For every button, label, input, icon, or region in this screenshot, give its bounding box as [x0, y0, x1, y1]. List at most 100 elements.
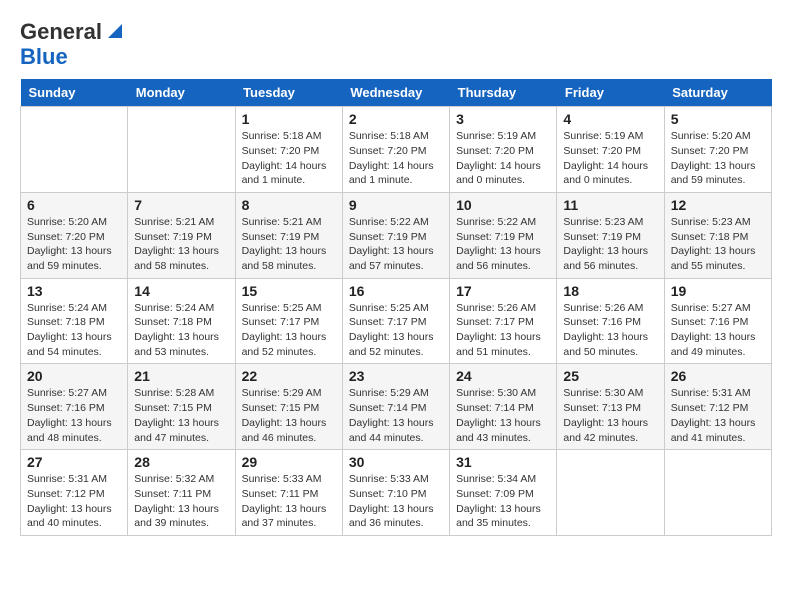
calendar-cell: 12Sunrise: 5:23 AM Sunset: 7:18 PM Dayli…: [664, 192, 771, 278]
day-info: Sunrise: 5:22 AM Sunset: 7:19 PM Dayligh…: [456, 215, 550, 274]
day-info: Sunrise: 5:18 AM Sunset: 7:20 PM Dayligh…: [242, 129, 336, 188]
day-info: Sunrise: 5:29 AM Sunset: 7:15 PM Dayligh…: [242, 386, 336, 445]
calendar-body: 1 Sunrise: 5:18 AM Sunset: 7:20 PM Daylig…: [21, 107, 772, 536]
weekday-header-row: SundayMondayTuesdayWednesdayThursdayFrid…: [21, 79, 772, 107]
day-info: Sunrise: 5:30 AM Sunset: 7:13 PM Dayligh…: [563, 386, 657, 445]
calendar-cell: 8Sunrise: 5:21 AM Sunset: 7:19 PM Daylig…: [235, 192, 342, 278]
weekday-sunday: Sunday: [21, 79, 128, 107]
calendar-cell: 25 Sunrise: 5:30 AM Sunset: 7:13 PM Dayli…: [557, 364, 664, 450]
day-info: Sunrise: 5:32 AM Sunset: 7:11 PM Dayligh…: [134, 472, 228, 531]
day-number: 14: [134, 283, 228, 299]
week-row-3: 13 Sunrise: 5:24 AM Sunset: 7:18 PM Dayli…: [21, 278, 772, 364]
day-number: 16: [349, 283, 443, 299]
day-number: 26: [671, 368, 765, 384]
day-number: 10: [456, 197, 550, 213]
calendar-cell: 6 Sunrise: 5:20 AM Sunset: 7:20 PM Daylig…: [21, 192, 128, 278]
day-info: Sunrise: 5:28 AM Sunset: 7:15 PM Dayligh…: [134, 386, 228, 445]
calendar-cell: 10 Sunrise: 5:22 AM Sunset: 7:19 PM Dayli…: [450, 192, 557, 278]
day-number: 31: [456, 454, 550, 470]
day-number: 30: [349, 454, 443, 470]
calendar-cell: 22 Sunrise: 5:29 AM Sunset: 7:15 PM Dayli…: [235, 364, 342, 450]
logo: General Blue: [20, 20, 124, 69]
day-info: Sunrise: 5:18 AM Sunset: 7:20 PM Dayligh…: [349, 129, 443, 188]
week-row-2: 6 Sunrise: 5:20 AM Sunset: 7:20 PM Daylig…: [21, 192, 772, 278]
day-number: 9: [349, 197, 443, 213]
calendar-cell: 24 Sunrise: 5:30 AM Sunset: 7:14 PM Dayli…: [450, 364, 557, 450]
week-row-5: 27 Sunrise: 5:31 AM Sunset: 7:12 PM Dayli…: [21, 450, 772, 536]
weekday-wednesday: Wednesday: [342, 79, 449, 107]
day-number: 4: [563, 111, 657, 127]
calendar-cell: 1 Sunrise: 5:18 AM Sunset: 7:20 PM Daylig…: [235, 107, 342, 193]
day-number: 6: [27, 197, 121, 213]
day-info: Sunrise: 5:25 AM Sunset: 7:17 PM Dayligh…: [242, 301, 336, 360]
calendar-cell: 5 Sunrise: 5:20 AM Sunset: 7:20 PM Daylig…: [664, 107, 771, 193]
calendar-cell: 14 Sunrise: 5:24 AM Sunset: 7:18 PM Dayli…: [128, 278, 235, 364]
day-info: Sunrise: 5:22 AM Sunset: 7:19 PM Dayligh…: [349, 215, 443, 274]
calendar-cell: 31 Sunrise: 5:34 AM Sunset: 7:09 PM Dayli…: [450, 450, 557, 536]
day-info: Sunrise: 5:24 AM Sunset: 7:18 PM Dayligh…: [27, 301, 121, 360]
calendar-cell: 19 Sunrise: 5:27 AM Sunset: 7:16 PM Dayli…: [664, 278, 771, 364]
calendar-cell: 20 Sunrise: 5:27 AM Sunset: 7:16 PM Dayli…: [21, 364, 128, 450]
day-number: 1: [242, 111, 336, 127]
day-info: Sunrise: 5:31 AM Sunset: 7:12 PM Dayligh…: [27, 472, 121, 531]
day-number: 3: [456, 111, 550, 127]
calendar-cell: 4 Sunrise: 5:19 AM Sunset: 7:20 PM Daylig…: [557, 107, 664, 193]
calendar-cell: 18Sunrise: 5:26 AM Sunset: 7:16 PM Dayli…: [557, 278, 664, 364]
day-info: Sunrise: 5:25 AM Sunset: 7:17 PM Dayligh…: [349, 301, 443, 360]
calendar-cell: 16 Sunrise: 5:25 AM Sunset: 7:17 PM Dayli…: [342, 278, 449, 364]
weekday-thursday: Thursday: [450, 79, 557, 107]
calendar-table: SundayMondayTuesdayWednesdayThursdayFrid…: [20, 79, 772, 536]
day-number: 11: [563, 197, 657, 213]
day-info: Sunrise: 5:24 AM Sunset: 7:18 PM Dayligh…: [134, 301, 228, 360]
day-info: Sunrise: 5:30 AM Sunset: 7:14 PM Dayligh…: [456, 386, 550, 445]
weekday-monday: Monday: [128, 79, 235, 107]
calendar-cell: 15 Sunrise: 5:25 AM Sunset: 7:17 PM Dayli…: [235, 278, 342, 364]
day-info: Sunrise: 5:26 AM Sunset: 7:17 PM Dayligh…: [456, 301, 550, 360]
day-number: 25: [563, 368, 657, 384]
day-info: Sunrise: 5:33 AM Sunset: 7:11 PM Dayligh…: [242, 472, 336, 531]
week-row-4: 20 Sunrise: 5:27 AM Sunset: 7:16 PM Dayli…: [21, 364, 772, 450]
calendar-cell: 23 Sunrise: 5:29 AM Sunset: 7:14 PM Dayli…: [342, 364, 449, 450]
calendar-cell: [557, 450, 664, 536]
day-number: 24: [456, 368, 550, 384]
day-number: 23: [349, 368, 443, 384]
calendar-cell: 30Sunrise: 5:33 AM Sunset: 7:10 PM Dayli…: [342, 450, 449, 536]
day-info: Sunrise: 5:20 AM Sunset: 7:20 PM Dayligh…: [27, 215, 121, 274]
day-number: 13: [27, 283, 121, 299]
weekday-tuesday: Tuesday: [235, 79, 342, 107]
day-info: Sunrise: 5:23 AM Sunset: 7:19 PM Dayligh…: [563, 215, 657, 274]
calendar-cell: 11 Sunrise: 5:23 AM Sunset: 7:19 PM Dayli…: [557, 192, 664, 278]
day-info: Sunrise: 5:21 AM Sunset: 7:19 PM Dayligh…: [134, 215, 228, 274]
calendar-cell: 26Sunrise: 5:31 AM Sunset: 7:12 PM Dayli…: [664, 364, 771, 450]
day-number: 22: [242, 368, 336, 384]
day-info: Sunrise: 5:23 AM Sunset: 7:18 PM Dayligh…: [671, 215, 765, 274]
day-info: Sunrise: 5:19 AM Sunset: 7:20 PM Dayligh…: [456, 129, 550, 188]
day-number: 5: [671, 111, 765, 127]
calendar-cell: 2 Sunrise: 5:18 AM Sunset: 7:20 PM Daylig…: [342, 107, 449, 193]
logo-arrow-icon: [106, 22, 124, 40]
calendar-cell: [21, 107, 128, 193]
day-number: 28: [134, 454, 228, 470]
calendar-cell: 28 Sunrise: 5:32 AM Sunset: 7:11 PM Dayli…: [128, 450, 235, 536]
day-info: Sunrise: 5:27 AM Sunset: 7:16 PM Dayligh…: [27, 386, 121, 445]
calendar-cell: 17 Sunrise: 5:26 AM Sunset: 7:17 PM Dayli…: [450, 278, 557, 364]
day-number: 19: [671, 283, 765, 299]
day-number: 2: [349, 111, 443, 127]
day-info: Sunrise: 5:29 AM Sunset: 7:14 PM Dayligh…: [349, 386, 443, 445]
day-number: 17: [456, 283, 550, 299]
weekday-saturday: Saturday: [664, 79, 771, 107]
day-info: Sunrise: 5:19 AM Sunset: 7:20 PM Dayligh…: [563, 129, 657, 188]
calendar-cell: [128, 107, 235, 193]
day-info: Sunrise: 5:27 AM Sunset: 7:16 PM Dayligh…: [671, 301, 765, 360]
day-number: 27: [27, 454, 121, 470]
day-number: 15: [242, 283, 336, 299]
day-number: 7: [134, 197, 228, 213]
calendar-cell: 3 Sunrise: 5:19 AM Sunset: 7:20 PM Daylig…: [450, 107, 557, 193]
day-number: 8: [242, 197, 336, 213]
day-info: Sunrise: 5:26 AM Sunset: 7:16 PM Dayligh…: [563, 301, 657, 360]
day-number: 20: [27, 368, 121, 384]
day-number: 29: [242, 454, 336, 470]
day-info: Sunrise: 5:34 AM Sunset: 7:09 PM Dayligh…: [456, 472, 550, 531]
calendar-cell: 7 Sunrise: 5:21 AM Sunset: 7:19 PM Daylig…: [128, 192, 235, 278]
day-info: Sunrise: 5:20 AM Sunset: 7:20 PM Dayligh…: [671, 129, 765, 188]
